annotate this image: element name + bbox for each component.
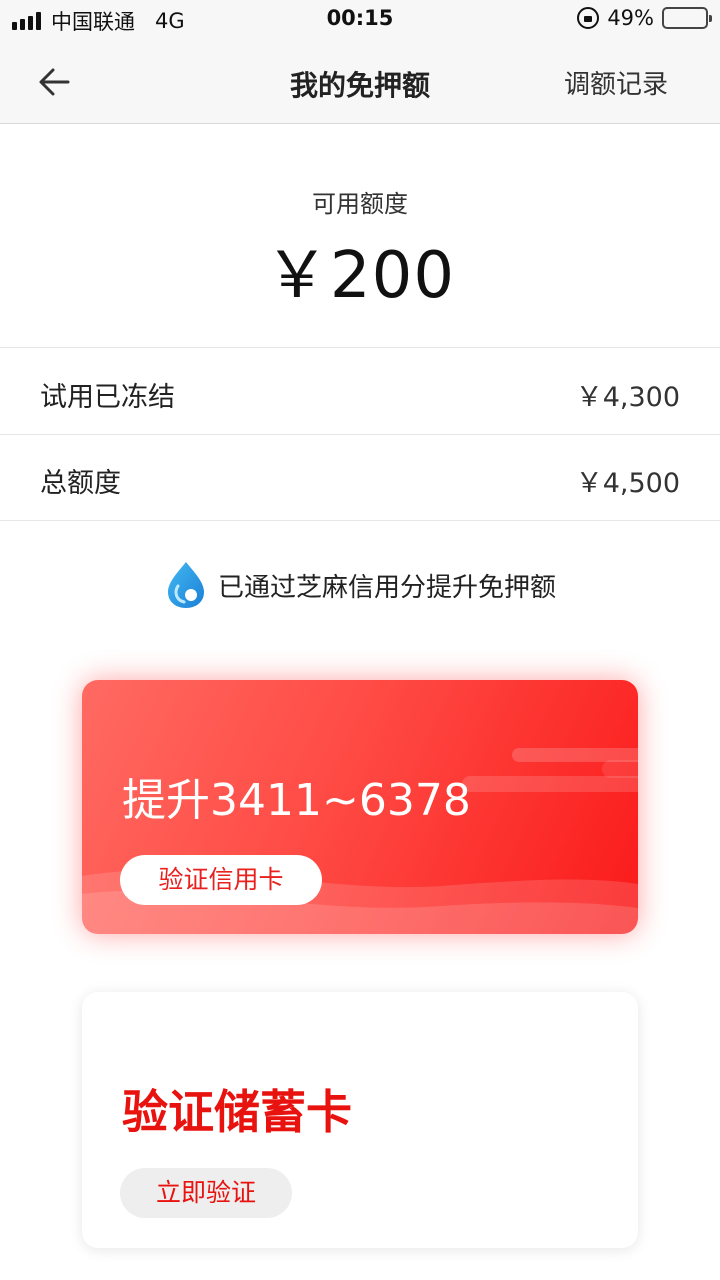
verify-now-button[interactable]: 立即验证 [120,1168,292,1218]
credit-offer-headline: 提升3411~6378 [122,775,471,826]
frozen-label: 试用已冻结 [40,382,175,413]
available-amount-section: 可用额度 ￥200 [0,124,720,348]
battery-percent: 49% [607,6,654,30]
verify-credit-card-button[interactable]: 验证信用卡 [120,855,322,905]
available-label: 可用额度 [312,190,408,218]
rotation-lock-icon [577,7,600,29]
total-label: 总额度 [40,468,121,499]
status-bar: 中国联通 4G 00:15 49% [0,0,720,40]
adjust-history-link[interactable]: 调额记录 [564,64,668,101]
nav-bar: 我的免押额 调额记录 [0,40,720,124]
battery-icon [662,7,712,29]
available-amount: ￥200 [264,239,456,313]
frozen-value: ￥4,300 [575,382,680,413]
zhima-drop-icon [167,562,204,608]
zhima-notice: 已通过芝麻信用分提升免押额 [0,560,720,610]
frozen-row: 试用已冻结 ￥4,300 [0,349,720,435]
debit-offer-headline: 验证储蓄卡 [122,1085,352,1139]
total-value: ￥4,500 [575,468,680,499]
total-row: 总额度 ￥4,500 [0,435,720,521]
debit-card-offer[interactable]: 验证储蓄卡 立即验证 [82,992,638,1248]
status-right: 49% [577,6,712,30]
credit-card-offer[interactable]: 提升3411~6378 验证信用卡 [82,680,638,934]
zhima-text: 已通过芝麻信用分提升免押额 [217,572,556,603]
